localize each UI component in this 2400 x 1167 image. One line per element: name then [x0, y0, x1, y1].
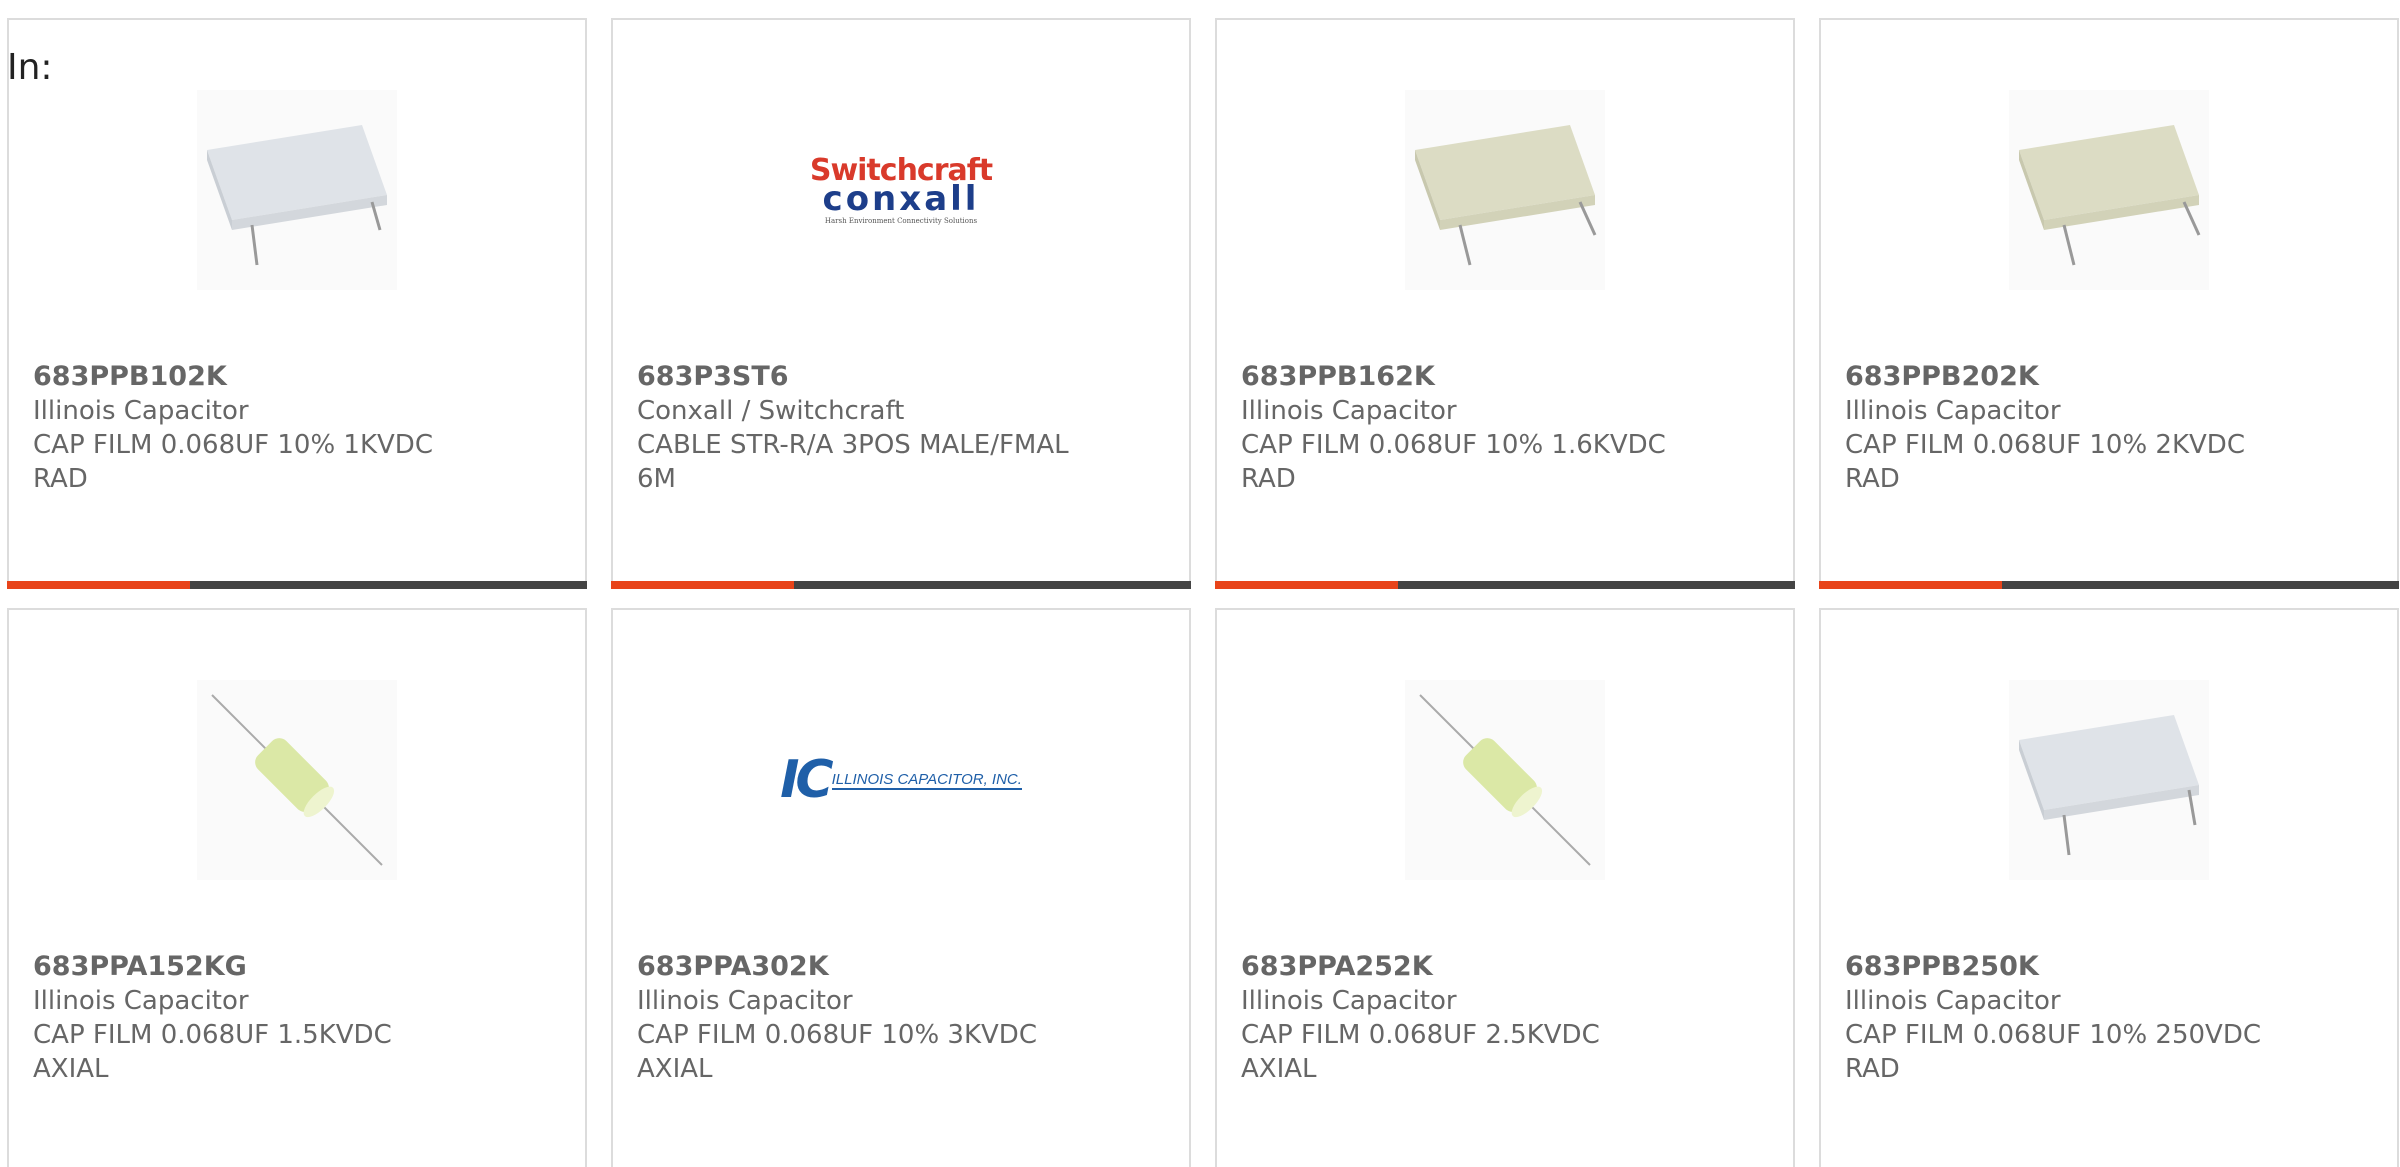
manufacturer: Illinois Capacitor: [33, 986, 249, 1016]
manufacturer: Illinois Capacitor: [1241, 986, 1457, 1016]
product-card[interactable]: 683PPB202K Illinois Capacitor CAP FILM 0…: [1819, 18, 2399, 589]
product-card[interactable]: 683PPA252K Illinois Capacitor CAP FILM 0…: [1215, 608, 1795, 1167]
card-accent-bar: [7, 581, 190, 589]
product-card[interactable]: IC ILLINOIS CAPACITOR, INC. 683PPA302K I…: [611, 608, 1191, 1167]
part-number[interactable]: 683PPA252K: [1241, 950, 1761, 984]
product-card[interactable]: 683PPB250K Illinois Capacitor CAP FILM 0…: [1819, 608, 2399, 1167]
product-card[interactable]: 683PPA152KG Illinois Capacitor CAP FILM …: [7, 608, 587, 1167]
card-accent-bar: [1819, 581, 2002, 589]
product-image: [2009, 90, 2209, 290]
card-bottom-bar: [611, 581, 1191, 589]
product-info: 683PPB202K Illinois Capacitor CAP FILM 0…: [1845, 360, 2365, 496]
product-info: 683PPB102K Illinois Capacitor CAP FILM 0…: [33, 360, 553, 496]
part-number[interactable]: 683PPB162K: [1241, 360, 1761, 394]
product-image: [2009, 680, 2209, 880]
product-info: 683PPA152KG Illinois Capacitor CAP FILM …: [33, 950, 553, 1086]
illinois-capacitor-logo: IC ILLINOIS CAPACITOR, INC.: [780, 750, 1022, 810]
product-info: 683PPB162K Illinois Capacitor CAP FILM 0…: [1241, 360, 1761, 496]
description-line1: CAP FILM 0.068UF 10% 3KVDC: [637, 1020, 1037, 1050]
switchcraft-logo: Switchcraft conxall Harsh Environment Co…: [809, 152, 993, 225]
description-line1: CAP FILM 0.068UF 2.5KVDC: [1241, 1020, 1600, 1050]
description-line2: 6M: [637, 464, 676, 494]
description-line2: RAD: [1845, 464, 1900, 494]
product-card[interactable]: Switchcraft conxall Harsh Environment Co…: [611, 18, 1191, 589]
card-accent-bar: [1215, 581, 1398, 589]
product-image: [1405, 90, 1605, 290]
description-line2: RAD: [33, 464, 88, 494]
manufacturer: Illinois Capacitor: [33, 396, 249, 426]
manufacturer: Illinois Capacitor: [1241, 396, 1457, 426]
part-number[interactable]: 683P3ST6: [637, 360, 1157, 394]
product-card[interactable]: 683PPB102K Illinois Capacitor CAP FILM 0…: [7, 18, 587, 589]
product-image: Switchcraft conxall Harsh Environment Co…: [801, 90, 1001, 290]
product-info: 683PPB250K Illinois Capacitor CAP FILM 0…: [1845, 950, 2365, 1086]
part-number[interactable]: 683PPB250K: [1845, 950, 2365, 984]
product-info: 683PPA302K Illinois Capacitor CAP FILM 0…: [637, 950, 1157, 1086]
product-grid: 683PPB102K Illinois Capacitor CAP FILM 0…: [7, 18, 2399, 1167]
product-image: IC ILLINOIS CAPACITOR, INC.: [780, 680, 1022, 880]
description-line1: CAP FILM 0.068UF 10% 250VDC: [1845, 1020, 2262, 1050]
description-line2: AXIAL: [33, 1054, 109, 1084]
product-info: 683PPA252K Illinois Capacitor CAP FILM 0…: [1241, 950, 1761, 1086]
description-line2: RAD: [1241, 464, 1296, 494]
description-line1: CABLE STR-R/A 3POS MALE/FMAL: [637, 430, 1069, 460]
product-image: [1405, 680, 1605, 880]
part-number[interactable]: 683PPA152KG: [33, 950, 553, 984]
part-number[interactable]: 683PPB202K: [1845, 360, 2365, 394]
product-results-page: In: 683PPB102K Illinois Capacitor CAP FI…: [0, 0, 2400, 1167]
description-line2: RAD: [1845, 1054, 1900, 1084]
description-line1: CAP FILM 0.068UF 10% 2KVDC: [1845, 430, 2245, 460]
description-line1: CAP FILM 0.068UF 10% 1KVDC: [33, 430, 433, 460]
manufacturer: Illinois Capacitor: [637, 986, 853, 1016]
card-bottom-bar: [1215, 581, 1795, 589]
product-image: [197, 680, 397, 880]
card-bottom-bar: [7, 581, 587, 589]
description-line1: CAP FILM 0.068UF 1.5KVDC: [33, 1020, 392, 1050]
description-line2: AXIAL: [637, 1054, 713, 1084]
product-image: [197, 90, 397, 290]
part-number[interactable]: 683PPB102K: [33, 360, 553, 394]
in-label: In:: [7, 47, 53, 88]
product-card[interactable]: 683PPB162K Illinois Capacitor CAP FILM 0…: [1215, 18, 1795, 589]
description-line1: CAP FILM 0.068UF 10% 1.6KVDC: [1241, 430, 1666, 460]
card-accent-bar: [611, 581, 794, 589]
manufacturer: Illinois Capacitor: [1845, 986, 2061, 1016]
manufacturer: Conxall / Switchcraft: [637, 396, 905, 426]
manufacturer: Illinois Capacitor: [1845, 396, 2061, 426]
description-line2: AXIAL: [1241, 1054, 1317, 1084]
part-number[interactable]: 683PPA302K: [637, 950, 1157, 984]
product-info: 683P3ST6 Conxall / Switchcraft CABLE STR…: [637, 360, 1157, 496]
card-bottom-bar: [1819, 581, 2399, 589]
